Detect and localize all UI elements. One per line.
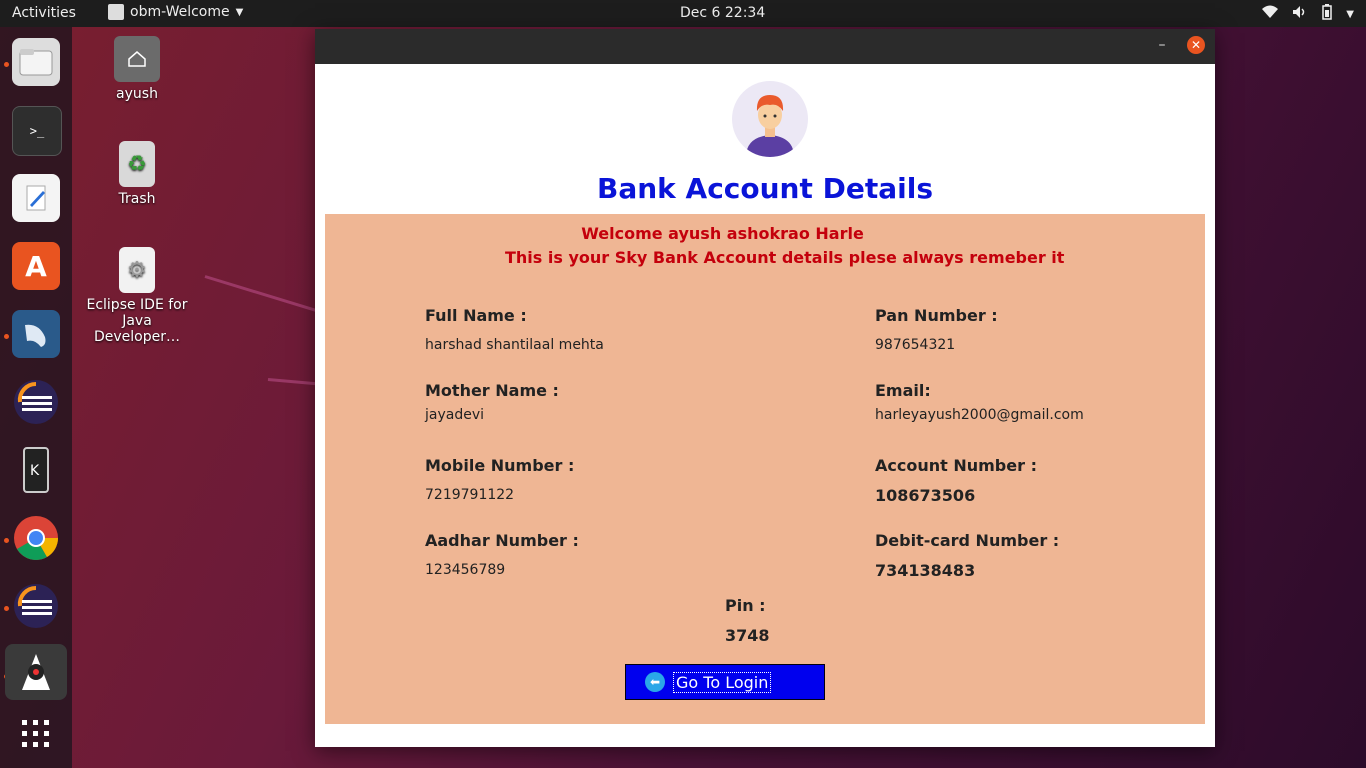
full-name-value: harshad shantilaal mehta [425, 337, 604, 353]
trash-icon: ♻ [119, 141, 155, 187]
account-number-label: Account Number : [875, 456, 1037, 475]
dock: >_ A K [0, 27, 72, 768]
debit-card-number-value: 734138483 [875, 561, 976, 580]
home-folder-icon [114, 36, 160, 82]
text-editor-icon[interactable] [12, 174, 60, 222]
mysql-workbench-icon[interactable] [12, 310, 60, 358]
wifi-icon [1262, 5, 1279, 23]
running-indicator [4, 62, 9, 67]
app-window: – ✕ Bank Account Details Welcome ayush a… [315, 29, 1215, 747]
activities-button[interactable]: Activities [12, 5, 76, 21]
aadhar-number-label: Aadhar Number : [425, 531, 579, 550]
info-message: This is your Sky Bank Account details pl… [505, 248, 1065, 267]
running-indicator [4, 538, 9, 543]
chevron-down-icon: ▼ [235, 6, 244, 18]
kde-connect-icon[interactable]: K [12, 446, 60, 494]
battery-icon [1322, 4, 1333, 24]
mother-name-value: jayadevi [425, 407, 485, 423]
account-number-value: 108673506 [875, 486, 976, 505]
mobile-number-value: 7219791122 [425, 487, 515, 503]
desktop-icon-trash[interactable]: ♻ Trash [77, 141, 197, 207]
window-titlebar[interactable]: – ✕ [315, 29, 1215, 64]
running-indicator [4, 606, 9, 611]
page-title: Bank Account Details [596, 172, 933, 205]
desktop-icon-home[interactable]: ayush [77, 36, 197, 102]
debit-card-number-label: Debit-card Number : [875, 531, 1060, 550]
chrome-icon[interactable] [12, 514, 60, 562]
gear-icon: ⚙ [119, 247, 155, 293]
welcome-message: Welcome ayush ashokrao Harle [581, 224, 864, 243]
pan-number-label: Pan Number : [875, 306, 998, 325]
eclipse-icon[interactable] [12, 378, 60, 426]
wallpaper-streak [204, 275, 321, 314]
mother-name-label: Mother Name : [425, 381, 559, 400]
go-to-login-button[interactable]: ⬅ Go To Login [625, 664, 825, 700]
details-panel: Welcome ayush ashokrao Harle This is you… [325, 214, 1205, 724]
running-indicator [4, 334, 9, 339]
user-avatar [732, 81, 808, 157]
java-app-icon[interactable] [5, 644, 67, 700]
arrow-left-icon: ⬅ [645, 672, 665, 692]
svg-text:K: K [30, 463, 40, 479]
go-to-login-label: Go To Login [673, 671, 772, 693]
full-name-label: Full Name : [425, 306, 527, 325]
email-value: harleyayush2000@gmail.com [875, 407, 1084, 423]
email-label: Email: [875, 381, 931, 400]
pan-number-value: 987654321 [875, 337, 956, 353]
software-center-icon[interactable]: A [12, 242, 60, 290]
top-bar: Activities obm-Welcome ▼ Dec 6 22:34 ▼ [0, 0, 1366, 27]
aadhar-number-value: 123456789 [425, 562, 506, 578]
app-icon [108, 4, 124, 20]
minimize-button[interactable]: – [1153, 37, 1171, 53]
desktop-icon-eclipse[interactable]: ⚙ Eclipse IDE for Java Developer… [77, 247, 197, 345]
eclipse-running-icon[interactable] [12, 582, 60, 630]
desktop-icon-label: ayush [116, 86, 158, 102]
close-button[interactable]: ✕ [1187, 36, 1205, 54]
terminal-icon[interactable]: >_ [12, 106, 62, 156]
app-menu-label: obm-Welcome [130, 4, 230, 20]
volume-icon [1292, 5, 1308, 23]
files-icon[interactable] [12, 38, 60, 86]
clock[interactable]: Dec 6 22:34 [680, 5, 765, 21]
chevron-down-icon: ▼ [1346, 8, 1354, 20]
mobile-number-label: Mobile Number : [425, 456, 575, 475]
pin-label: Pin : [725, 596, 766, 615]
app-menu[interactable]: obm-Welcome ▼ [108, 4, 243, 20]
desktop-icon-label: Trash [118, 191, 156, 207]
system-tray[interactable]: ▼ [1262, 4, 1354, 24]
desktop-icon-label: Eclipse IDE for Java Developer… [86, 297, 188, 345]
show-apps-icon[interactable] [12, 710, 60, 758]
pin-value: 3748 [725, 626, 770, 645]
